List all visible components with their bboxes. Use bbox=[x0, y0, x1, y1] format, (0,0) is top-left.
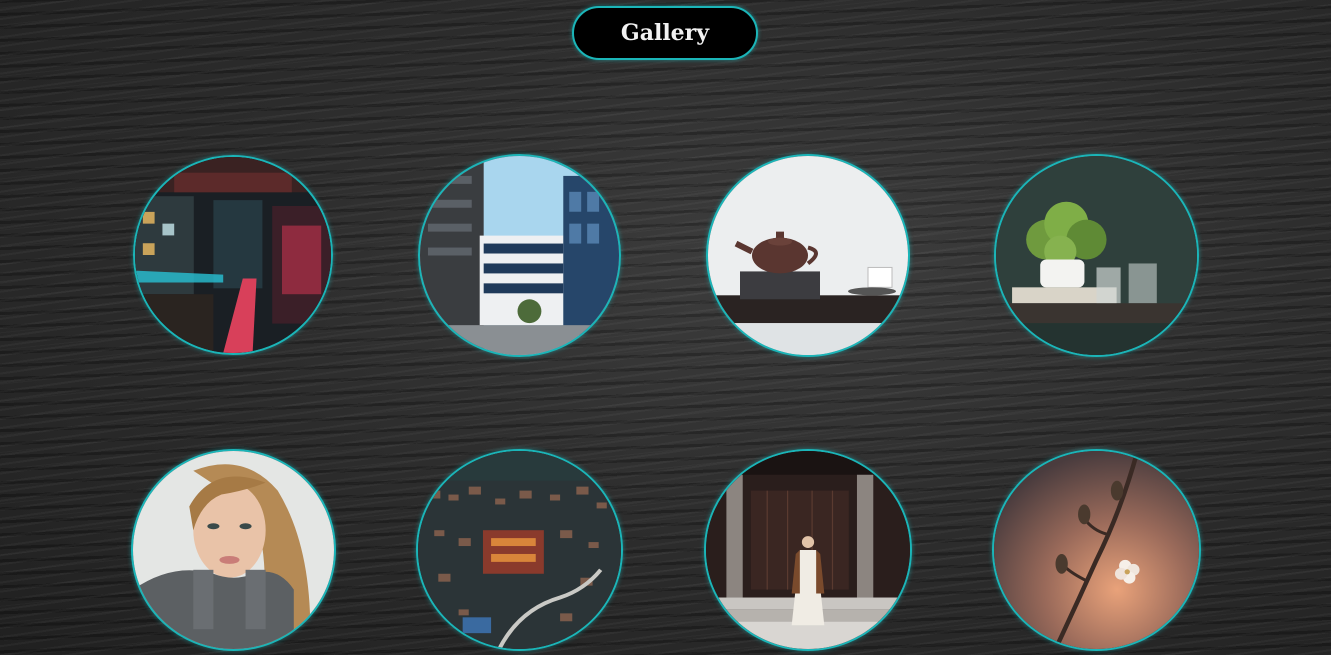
office-buildings-photo bbox=[420, 156, 619, 355]
page-title: Gallery bbox=[620, 20, 710, 46]
temple-woman-photo bbox=[706, 451, 910, 649]
potted-plant-photo bbox=[996, 156, 1197, 355]
night-city-photo bbox=[135, 157, 331, 353]
teapot-photo bbox=[708, 156, 908, 355]
woman-portrait-photo bbox=[133, 451, 334, 649]
gallery-photo-blossom-branch[interactable] bbox=[992, 449, 1201, 651]
gallery-photo-temple-woman[interactable] bbox=[704, 449, 912, 651]
gallery-photo-teapot[interactable] bbox=[706, 154, 910, 357]
aerial-town-photo bbox=[418, 451, 621, 649]
blossom-branch-photo bbox=[994, 451, 1199, 649]
gallery-photo-office-buildings[interactable] bbox=[418, 154, 621, 357]
gallery-photo-potted-plant[interactable] bbox=[994, 154, 1199, 357]
gallery-photo-night-city[interactable] bbox=[133, 155, 333, 355]
gallery-title-pill: Gallery bbox=[572, 6, 758, 60]
gallery-photo-aerial-town[interactable] bbox=[416, 449, 623, 651]
gallery-photo-woman-portrait[interactable] bbox=[131, 449, 336, 651]
